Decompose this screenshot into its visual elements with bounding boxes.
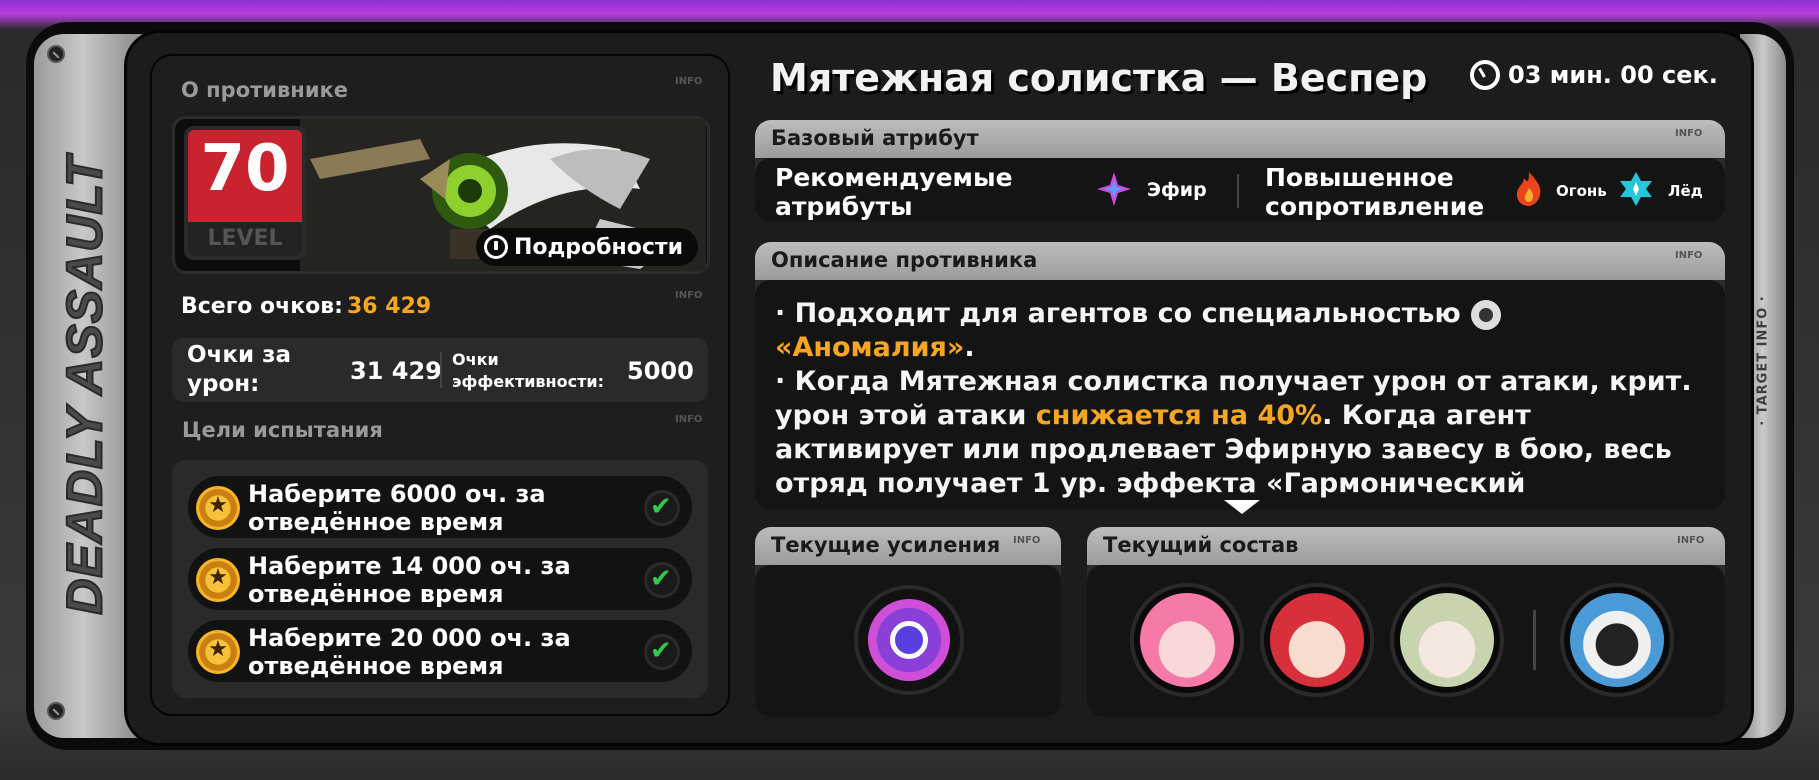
goal-medal-icon: [196, 558, 240, 602]
goal-text: Наберите 6000 оч. за отведённое время: [248, 480, 546, 536]
desc-highlight: «Аномалия»: [775, 332, 965, 363]
anomaly-icon: [1470, 299, 1501, 330]
damage-value: 31 429: [350, 357, 442, 385]
total-value: 36 429: [346, 294, 432, 319]
check-icon: [644, 562, 680, 598]
level-value: 70: [200, 132, 290, 206]
efficiency-value: 5000: [627, 357, 694, 385]
bangboo-avatar[interactable]: [1560, 583, 1674, 697]
level-label: LEVEL: [188, 222, 302, 256]
scroll-down-icon[interactable]: [1224, 500, 1260, 514]
info-tag: INFO: [1677, 535, 1705, 546]
agent-avatar[interactable]: [1130, 583, 1244, 697]
screw-icon: [47, 702, 65, 720]
divider: [1533, 610, 1536, 670]
desc-text: .: [964, 332, 975, 363]
efficiency-label: Очки эффективности:: [452, 350, 604, 391]
goal-item: Наберите 6000 оч. за отведённое время: [188, 476, 692, 538]
info-tag: INFO: [675, 290, 703, 301]
check-icon: [644, 634, 680, 670]
buffs-card-header: Текущие усиления: [755, 527, 1061, 565]
agent-portrait: [1140, 593, 1234, 687]
ice-icon: [1620, 172, 1652, 206]
damage-label: Очки за урон:: [187, 342, 291, 397]
agent-portrait: [1400, 593, 1494, 687]
info-tag: INFO: [675, 76, 703, 87]
agent-portrait: [1270, 593, 1364, 687]
info-tag: INFO: [675, 414, 703, 425]
ether-icon: [1097, 172, 1131, 206]
info-icon: [484, 235, 508, 259]
details-button[interactable]: Подробности: [476, 228, 698, 266]
details-label: Подробности: [514, 234, 684, 260]
buffs-card-title: Текущие усиления: [771, 533, 1001, 557]
fire-icon: [1516, 172, 1541, 206]
description-card-header: Описание противника: [755, 242, 1725, 280]
goal-medal-icon: [196, 630, 240, 674]
goal-text: Наберите 20 000 оч. за отведённое время: [248, 624, 571, 680]
screw-icon: [47, 45, 65, 63]
bangboo-portrait: [1570, 593, 1664, 687]
level-badge: 70 LEVEL: [184, 126, 306, 260]
timer-value: 03 мин. 00 сек.: [1508, 61, 1718, 89]
attribute-card-title: Базовый атрибут: [771, 126, 979, 150]
attribute-card-header: Базовый атрибут: [755, 120, 1725, 158]
goal-medal-icon: [196, 486, 240, 530]
timer: 03 мин. 00 сек.: [1470, 60, 1718, 90]
clock-icon: [1470, 60, 1500, 90]
resist-attr-fire: Огонь: [1556, 182, 1607, 200]
agent-avatar[interactable]: [1390, 583, 1504, 697]
info-tag: INFO: [1013, 535, 1041, 546]
description-card-title: Описание противника: [771, 248, 1038, 272]
check-icon: [644, 490, 680, 526]
divider: [440, 352, 442, 388]
resist-label: Повышенное сопротивление: [1265, 163, 1485, 221]
total-score: Всего очков: 36 429: [181, 294, 431, 319]
squad-card-title: Текущий состав: [1103, 533, 1299, 557]
squad-card-header: Текущий состав: [1087, 527, 1725, 565]
side-label: DEADLY ASSAULT: [56, 154, 114, 615]
desc-text: · Подходит для агентов со специальностью: [775, 298, 1461, 329]
total-label: Всего очков:: [181, 294, 343, 319]
buff-emblem-icon: [868, 599, 950, 681]
divider: [1237, 174, 1239, 208]
boss-name: Мятежная солистка — Веспер: [770, 56, 1428, 100]
goals-title: Цели испытания: [182, 418, 383, 442]
goal-item: Наберите 14 000 оч. за отведённое время: [188, 548, 692, 610]
recommended-label: Рекомендуемые атрибуты: [775, 163, 1013, 221]
recommended-attr: Эфир: [1147, 179, 1207, 201]
enemy-section-title: О противнике: [181, 78, 349, 102]
agent-avatar[interactable]: [1260, 583, 1374, 697]
goal-text: Наберите 14 000 оч. за отведённое время: [248, 552, 571, 608]
info-tag: INFO: [1675, 250, 1703, 261]
info-tag: INFO: [1675, 128, 1703, 139]
desc-highlight: снижается на 40%: [1035, 400, 1323, 431]
buff-icon[interactable]: [854, 585, 964, 695]
goal-item: Наберите 20 000 оч. за отведённое время: [188, 620, 692, 682]
enemy-description[interactable]: · Подходит для агентов со специальностью…: [775, 297, 1715, 499]
resist-attr-ice: Лёд: [1668, 182, 1703, 200]
